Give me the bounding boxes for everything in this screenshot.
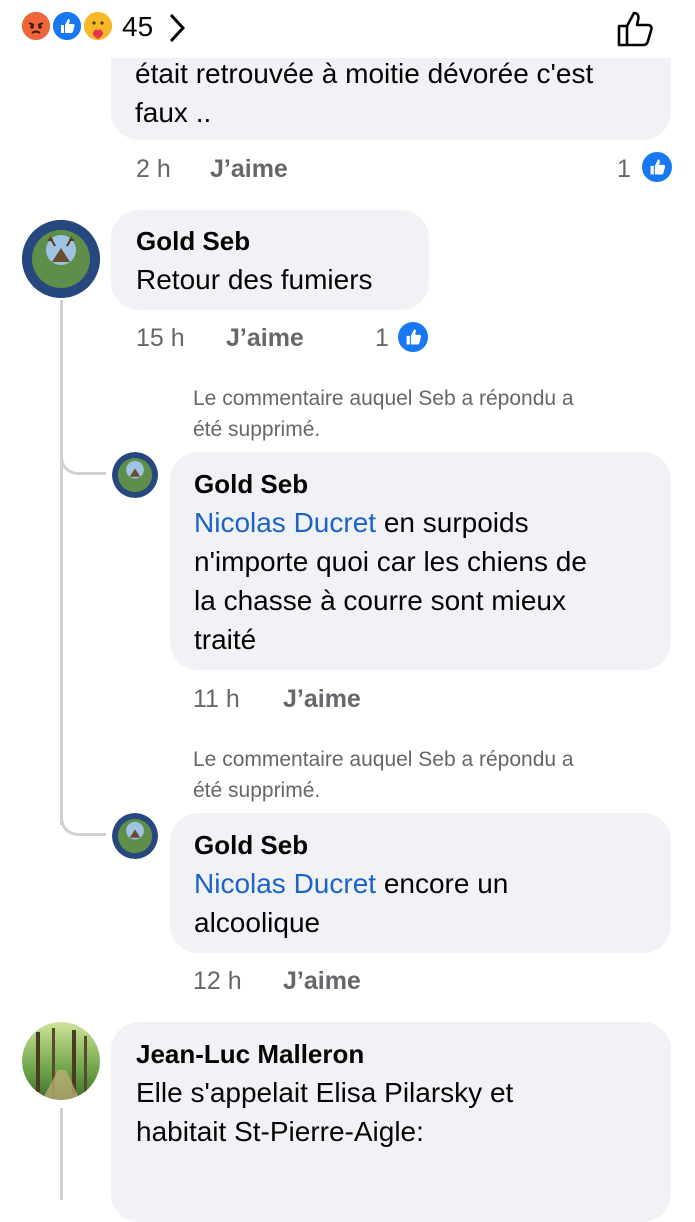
like-count[interactable]: 1: [375, 324, 389, 353]
avatar[interactable]: [112, 813, 158, 859]
comment-text: Nicolas Ducret encore un alcoolique: [194, 868, 509, 938]
comment-text: Elle s'appelait Elisa Pilarsky et habita…: [136, 1077, 514, 1147]
like-button[interactable]: J’aime: [283, 685, 361, 714]
comment-timestamp[interactable]: 11 h: [193, 685, 240, 714]
mention-link[interactable]: Nicolas Ducret: [194, 507, 376, 538]
care-reaction-icon: [82, 10, 114, 42]
comment-author[interactable]: Jean-Luc Malleron: [136, 1039, 364, 1070]
like-count[interactable]: 1: [617, 155, 631, 184]
comment-author[interactable]: Gold Seb: [194, 469, 308, 500]
comment-bubble: Jean-Luc Malleron Elle s'appelait Elisa …: [111, 1022, 671, 1222]
avatar[interactable]: [22, 220, 100, 298]
reply-bubble: Gold Seb Nicolas Ducret encore un alcool…: [170, 813, 671, 953]
like-button[interactable]: J’aime: [226, 324, 304, 353]
thread-connector: [60, 445, 106, 475]
comment-text-partial: était retrouvée à moitie dévorée c'est: [135, 58, 594, 89]
comment-author[interactable]: Gold Seb: [194, 830, 308, 861]
comment-timestamp[interactable]: 15 h: [136, 324, 185, 353]
thread-connector: [60, 806, 106, 836]
like-reaction-icon: [51, 10, 83, 42]
comment-text: Retour des fumiers: [136, 264, 373, 295]
avatar[interactable]: [22, 1022, 100, 1100]
like-button[interactable]: J’aime: [283, 967, 361, 996]
like-icon: [640, 150, 674, 184]
deleted-comment-notice: Le commentaire auquel Seb a répondu a ét…: [193, 748, 574, 802]
comment-text: faux ..: [135, 97, 212, 128]
like-outline-icon[interactable]: [615, 6, 659, 55]
like-button[interactable]: J’aime: [210, 155, 288, 184]
comment-text: Nicolas Ducret en surpoids n'importe quo…: [194, 507, 587, 655]
comment-timestamp[interactable]: 12 h: [193, 967, 242, 996]
chevron-right-icon[interactable]: [166, 12, 188, 49]
mention-link[interactable]: Nicolas Ducret: [194, 868, 376, 899]
angry-reaction-icon: [20, 10, 52, 42]
avatar[interactable]: [112, 452, 158, 498]
deleted-comment-notice: Le commentaire auquel Seb a répondu a ét…: [193, 387, 574, 441]
thread-line: [60, 1108, 63, 1200]
reaction-count[interactable]: 45: [122, 11, 153, 43]
thread-line: [60, 300, 63, 825]
comment-bubble: Gold Seb Retour des fumiers: [111, 210, 429, 310]
like-icon: [396, 320, 430, 354]
comment-author[interactable]: Gold Seb: [136, 226, 250, 257]
comment-timestamp[interactable]: 2 h: [136, 155, 171, 184]
reply-bubble: Gold Seb Nicolas Ducret en surpoids n'im…: [170, 452, 671, 670]
reactions-bar[interactable]: 45: [0, 0, 695, 58]
